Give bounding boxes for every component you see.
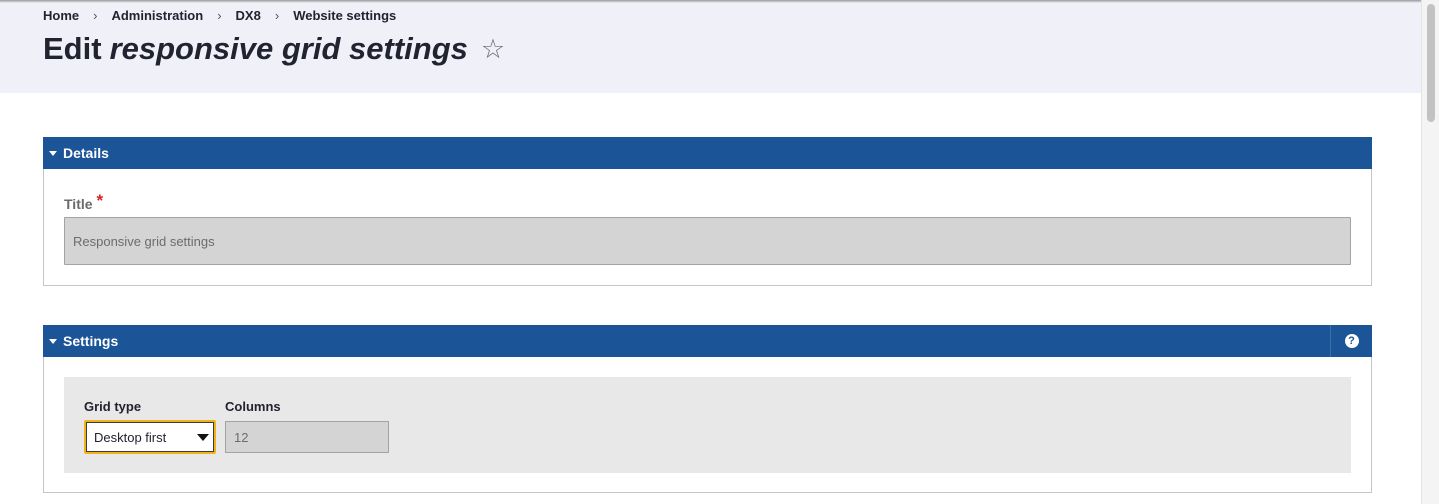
columns-input[interactable]: 12	[225, 421, 389, 453]
required-marker: *	[96, 191, 104, 210]
breadcrumb-administration[interactable]: Administration	[111, 8, 203, 23]
page-title-emphasis: responsive grid settings	[109, 31, 468, 66]
grid-type-select[interactable]: Desktop first	[84, 420, 216, 454]
breadcrumb-home[interactable]: Home	[43, 8, 79, 23]
top-shadow	[0, 0, 1421, 3]
details-heading: Details	[63, 145, 109, 161]
details-panel-toggle[interactable]: Details	[43, 137, 1372, 169]
breadcrumb: Home › Administration › DX8 › Website se…	[43, 8, 396, 23]
details-panel-body: Title * Responsive grid settings	[43, 169, 1372, 286]
settings-heading: Settings	[63, 333, 119, 349]
details-panel: Details Title * Responsive grid settings	[43, 137, 1372, 286]
caret-down-icon	[49, 150, 57, 156]
breadcrumb-separator: ›	[274, 8, 280, 23]
breadcrumb-separator: ›	[217, 8, 222, 23]
columns-label: Columns	[225, 399, 281, 414]
title-input[interactable]: Responsive grid settings	[64, 217, 1351, 265]
dropdown-arrow-icon	[197, 434, 209, 441]
help-icon: ?	[1344, 334, 1359, 348]
grid-type-label: Grid type	[84, 399, 142, 414]
grid-settings-box: Grid type Columns Desktop first 12	[64, 377, 1351, 473]
page-title-prefix: Edit	[43, 31, 102, 66]
settings-panel-body: Grid type Columns Desktop first 12	[43, 357, 1372, 493]
page-title: Edit responsive grid settings ☆	[43, 31, 505, 67]
star-icon[interactable]: ☆	[481, 35, 505, 63]
settings-panel: Settings ? Grid type Columns Desktop fir…	[43, 325, 1372, 493]
settings-panel-toggle[interactable]: Settings ?	[43, 325, 1372, 357]
breadcrumb-separator: ›	[93, 8, 98, 23]
page-scrollbar[interactable]	[1421, 0, 1439, 504]
title-label-text: Title	[64, 196, 93, 212]
breadcrumb-website-settings[interactable]: Website settings	[293, 8, 396, 23]
page-header: Home › Administration › DX8 › Website se…	[0, 0, 1421, 93]
title-label: Title *	[64, 191, 104, 214]
scrollbar-thumb[interactable]	[1427, 4, 1435, 122]
help-button[interactable]: ?	[1330, 325, 1372, 357]
grid-type-value: Desktop first	[94, 429, 167, 445]
caret-down-icon	[49, 338, 57, 344]
breadcrumb-dx8[interactable]: DX8	[236, 8, 261, 23]
